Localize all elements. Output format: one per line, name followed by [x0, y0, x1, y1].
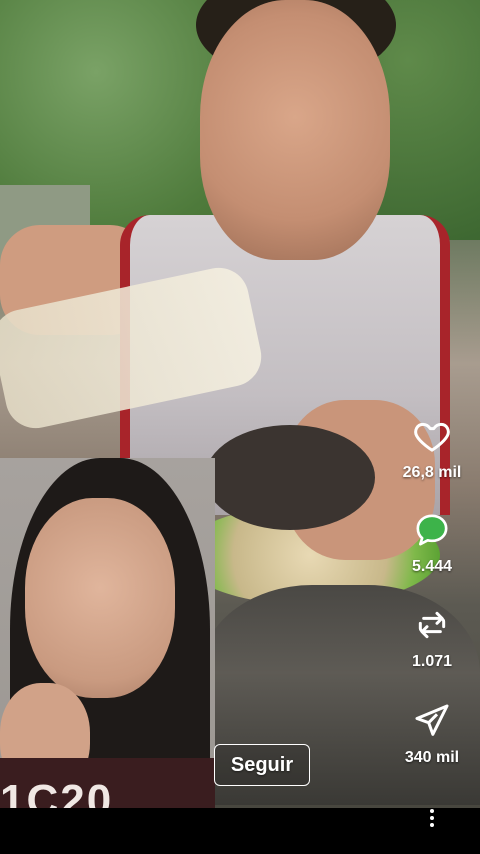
- heart-icon: [412, 416, 452, 456]
- pip-person-face: [25, 498, 175, 698]
- comment-count: 5.444: [411, 558, 453, 575]
- share-count: 340 mil: [404, 749, 460, 766]
- repost-icon: [412, 605, 452, 645]
- like-button[interactable]: 26,8 mil: [382, 416, 480, 482]
- comment-bubble-icon: [412, 510, 452, 550]
- repost-count: 1.071: [411, 653, 453, 670]
- more-options-button[interactable]: [420, 804, 444, 832]
- bottom-bar: [0, 808, 480, 854]
- comment-button[interactable]: 5.444: [382, 510, 480, 576]
- shell-food: [205, 425, 375, 530]
- person-face: [200, 0, 390, 260]
- like-count: 26,8 mil: [402, 464, 462, 481]
- pip-reaction-video[interactable]: 1C20: [0, 458, 215, 840]
- more-vertical-icon: [430, 809, 434, 813]
- follow-button[interactable]: Seguir: [214, 744, 310, 786]
- repost-button[interactable]: 1.071: [382, 605, 480, 671]
- send-icon: [412, 701, 452, 741]
- share-button[interactable]: 340 mil: [382, 701, 480, 767]
